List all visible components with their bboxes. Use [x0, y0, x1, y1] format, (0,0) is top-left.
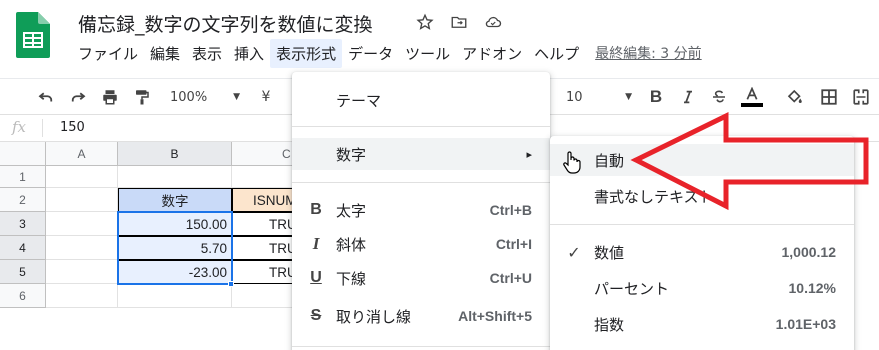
- google-sheets-logo-icon[interactable]: [16, 12, 50, 58]
- zoom-dropdown[interactable]: 100% ▼: [170, 85, 240, 109]
- submenu-item-scientific-label: 指数: [594, 315, 625, 334]
- document-title[interactable]: 備忘録_数字の文字列を数値に変換: [78, 10, 373, 37]
- cell-a3[interactable]: [46, 212, 118, 236]
- cell-a1[interactable]: [46, 166, 118, 188]
- menu-bar: ファイル 編集 表示 挿入 表示形式 データ ツール アドオン ヘルプ 最終編集…: [72, 38, 702, 68]
- checkmark-icon: ✓: [567, 242, 581, 262]
- menu-item-theme-label: テーマ: [336, 91, 382, 110]
- menu-tools[interactable]: ツール: [399, 39, 456, 68]
- submenu-item-percent-label: パーセント: [594, 279, 670, 298]
- print-icon[interactable]: [98, 85, 122, 109]
- cell-a6[interactable]: [46, 284, 118, 308]
- menu-item-italic-label: 斜体: [336, 235, 367, 254]
- cloud-saved-icon[interactable]: [482, 11, 504, 33]
- menu-item-strikethrough[interactable]: S 取り消し線 Alt+Shift+5: [292, 300, 550, 332]
- menu-view[interactable]: 表示: [186, 39, 228, 68]
- menu-separator: [292, 126, 550, 127]
- redo-icon[interactable]: [66, 85, 90, 109]
- menu-insert[interactable]: 挿入: [228, 39, 270, 68]
- last-edit-link[interactable]: 最終編集: 3 分前: [595, 43, 702, 63]
- row-header-6[interactable]: 6: [0, 284, 46, 308]
- menu-separator: [550, 224, 854, 225]
- star-icon[interactable]: [414, 11, 436, 33]
- text-color-icon[interactable]: [740, 85, 764, 109]
- menu-item-number-label: 数字: [336, 145, 367, 164]
- submenu-item-percent[interactable]: パーセント 10.12%: [550, 272, 854, 304]
- row-header-3[interactable]: 3: [0, 212, 46, 236]
- underline-icon: U: [310, 269, 322, 286]
- column-header-a[interactable]: A: [46, 142, 118, 166]
- cell-a4[interactable]: [46, 236, 118, 260]
- menu-file[interactable]: ファイル: [72, 39, 144, 68]
- format-menu: テーマ 数字 ▸ B 太字 Ctrl+B I 斜体 Ctrl+I U 下線 Ct…: [292, 72, 550, 350]
- currency-icon[interactable]: ¥: [256, 85, 276, 109]
- cell-b2[interactable]: 数字: [118, 188, 232, 212]
- menu-data[interactable]: データ: [342, 39, 399, 68]
- menu-item-strikethrough-label: 取り消し線: [336, 307, 412, 326]
- move-to-folder-icon[interactable]: [448, 11, 470, 33]
- bold-icon: B: [310, 201, 322, 218]
- select-all-corner[interactable]: [0, 142, 46, 166]
- menu-item-underline[interactable]: U 下線 Ctrl+U: [292, 262, 550, 294]
- formula-input[interactable]: 150: [60, 120, 85, 135]
- submenu-item-scientific[interactable]: 指数 1.01E+03: [550, 308, 854, 340]
- underline-shortcut: Ctrl+U: [489, 270, 532, 286]
- row-header-2[interactable]: 2: [0, 188, 46, 212]
- cell-a2[interactable]: [46, 188, 118, 212]
- menu-help[interactable]: ヘルプ: [528, 39, 585, 68]
- paint-format-icon[interactable]: [130, 85, 154, 109]
- menu-item-bold[interactable]: B 太字 Ctrl+B: [292, 194, 550, 226]
- fx-icon: fx: [12, 118, 27, 136]
- font-size-value: 10: [566, 89, 583, 105]
- annotation-arrow-icon: [630, 112, 869, 211]
- fill-color-icon[interactable]: [784, 85, 806, 109]
- menu-item-underline-label: 下線: [336, 269, 367, 288]
- strikethrough-icon[interactable]: [709, 85, 729, 109]
- bold-shortcut: Ctrl+B: [489, 202, 532, 218]
- column-header-b[interactable]: B: [118, 142, 232, 166]
- number-example: 1,000.12: [781, 244, 837, 260]
- italic-icon[interactable]: [678, 85, 698, 109]
- cell-b6[interactable]: [118, 284, 232, 308]
- zoom-dropdown-icon: ▼: [233, 92, 240, 102]
- menu-item-number[interactable]: 数字 ▸: [292, 138, 550, 170]
- zoom-value: 100%: [170, 89, 208, 105]
- submenu-item-auto-label: 自動: [594, 151, 625, 170]
- strikethrough-icon: S: [310, 307, 322, 324]
- font-size-dropdown[interactable]: 10 ▼: [566, 85, 632, 109]
- menu-item-theme[interactable]: テーマ: [292, 84, 550, 116]
- submenu-arrow-icon: ▸: [526, 147, 532, 161]
- merge-icon[interactable]: [850, 85, 872, 109]
- menu-separator: [292, 346, 550, 347]
- menu-item-bold-label: 太字: [336, 201, 367, 220]
- percent-example: 10.12%: [788, 280, 836, 296]
- row-header-4[interactable]: 4: [0, 236, 46, 260]
- borders-icon[interactable]: [818, 85, 840, 109]
- menu-addons[interactable]: アドオン: [456, 39, 528, 68]
- font-size-dropdown-icon: ▼: [625, 92, 632, 102]
- menu-edit[interactable]: 編集: [144, 39, 186, 68]
- menu-item-italic[interactable]: I 斜体 Ctrl+I: [292, 228, 550, 260]
- formula-divider: [42, 119, 43, 137]
- selection-outline: [117, 211, 233, 285]
- undo-icon[interactable]: [34, 85, 58, 109]
- hand-cursor-icon: [562, 150, 582, 178]
- cell-b1[interactable]: [118, 166, 232, 188]
- menu-format[interactable]: 表示形式: [270, 38, 343, 68]
- submenu-item-number[interactable]: ✓ 数値 1,000.12: [550, 236, 854, 268]
- row-header-1[interactable]: 1: [0, 166, 46, 188]
- submenu-item-number-label: 数値: [594, 243, 625, 262]
- cell-a5[interactable]: [46, 260, 118, 284]
- fill-handle[interactable]: [228, 281, 234, 287]
- italic-icon: I: [312, 234, 320, 253]
- italic-shortcut: Ctrl+I: [495, 236, 532, 252]
- scientific-example: 1.01E+03: [775, 316, 836, 332]
- menu-separator: [292, 182, 550, 183]
- text-color-swatch: [741, 103, 763, 107]
- bold-icon[interactable]: B: [646, 85, 666, 109]
- row-header-5[interactable]: 5: [0, 260, 46, 284]
- strikethrough-shortcut: Alt+Shift+5: [458, 308, 532, 324]
